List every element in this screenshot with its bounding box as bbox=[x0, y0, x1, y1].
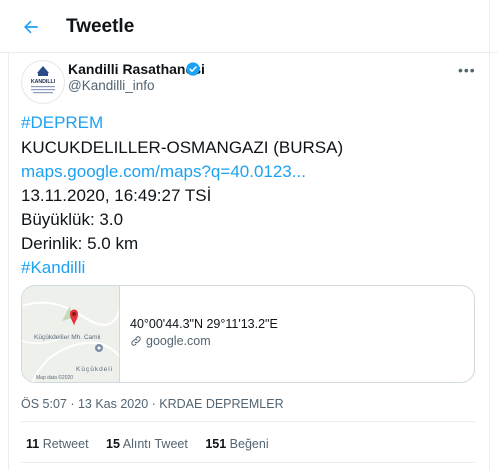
likes-label: Beğeni bbox=[229, 437, 269, 451]
svg-text:KANDILLI: KANDILLI bbox=[31, 79, 56, 85]
tweet-depth: Derinlik: 5.0 km bbox=[21, 234, 139, 253]
card-coordinates: 40°00'44.3"N 29°11'13.2"E bbox=[130, 317, 278, 331]
card-text: 40°00'44.3"N 29°11'13.2"E google.com bbox=[130, 317, 278, 348]
author-handle[interactable]: @Kandilli_info bbox=[68, 78, 155, 93]
map-thumbnail: Küçükdeliler Mh. Camii Küçükdeli Map dat… bbox=[22, 286, 120, 382]
link-icon bbox=[131, 336, 141, 346]
retweets-label: Retweet bbox=[42, 437, 89, 451]
top-bar: Tweetle bbox=[0, 0, 498, 53]
back-button[interactable] bbox=[16, 12, 46, 42]
retweets-stat[interactable]: 11 Retweet bbox=[26, 437, 89, 451]
tweet-datetime: 13.11.2020, 16:49:27 TSİ bbox=[21, 186, 212, 205]
quotes-label: Alıntı Tweet bbox=[122, 437, 188, 451]
kandilli-logo-icon: KANDILLI bbox=[30, 66, 56, 94]
tweet-stats: 11 Retweet 15 Alıntı Tweet 151 Beğeni bbox=[26, 437, 283, 451]
tweet-location: KUCUKDELILLER-OSMANGAZI (BURSA) bbox=[21, 138, 344, 157]
panel-border bbox=[489, 0, 490, 470]
tweet-meta[interactable]: ÖS 5:07 · 13 Kas 2020 · KRDAE DEPREMLER bbox=[21, 397, 284, 411]
quotes-count: 15 bbox=[106, 437, 120, 451]
retweets-count: 11 bbox=[26, 437, 40, 451]
map-pin-icon bbox=[70, 309, 78, 326]
divider bbox=[21, 462, 475, 463]
card-domain-text: google.com bbox=[146, 334, 211, 348]
likes-stat[interactable]: 151 Beğeni bbox=[205, 437, 268, 451]
page-title: Tweetle bbox=[66, 16, 135, 37]
hashtag-deprem[interactable]: #DEPREM bbox=[21, 112, 103, 134]
map-copyright: Map data ©2020 bbox=[36, 375, 74, 381]
card-domain: google.com bbox=[130, 334, 278, 348]
avatar[interactable]: KANDILLI bbox=[21, 60, 65, 104]
map-link[interactable]: maps.google.com/maps?q=40.0123... bbox=[21, 161, 306, 183]
map-label: Küçükdeliler Mh. Camii bbox=[34, 334, 101, 341]
link-preview-card[interactable]: Küçükdeliler Mh. Camii Küçükdeli Map dat… bbox=[21, 285, 475, 383]
panel-border bbox=[8, 53, 9, 470]
verified-badge-icon bbox=[186, 62, 200, 76]
divider bbox=[21, 421, 475, 422]
quotes-stat[interactable]: 15 Alıntı Tweet bbox=[106, 437, 188, 451]
hashtag-kandilli[interactable]: #Kandilli bbox=[21, 257, 85, 279]
place-marker-icon bbox=[95, 344, 103, 352]
arrow-left-icon bbox=[24, 20, 38, 34]
tweet-magnitude: Büyüklük: 3.0 bbox=[21, 210, 124, 229]
map-label: Küçükdeli bbox=[76, 366, 114, 373]
more-options-icon[interactable]: ••• bbox=[458, 62, 476, 78]
likes-count: 151 bbox=[205, 437, 227, 451]
